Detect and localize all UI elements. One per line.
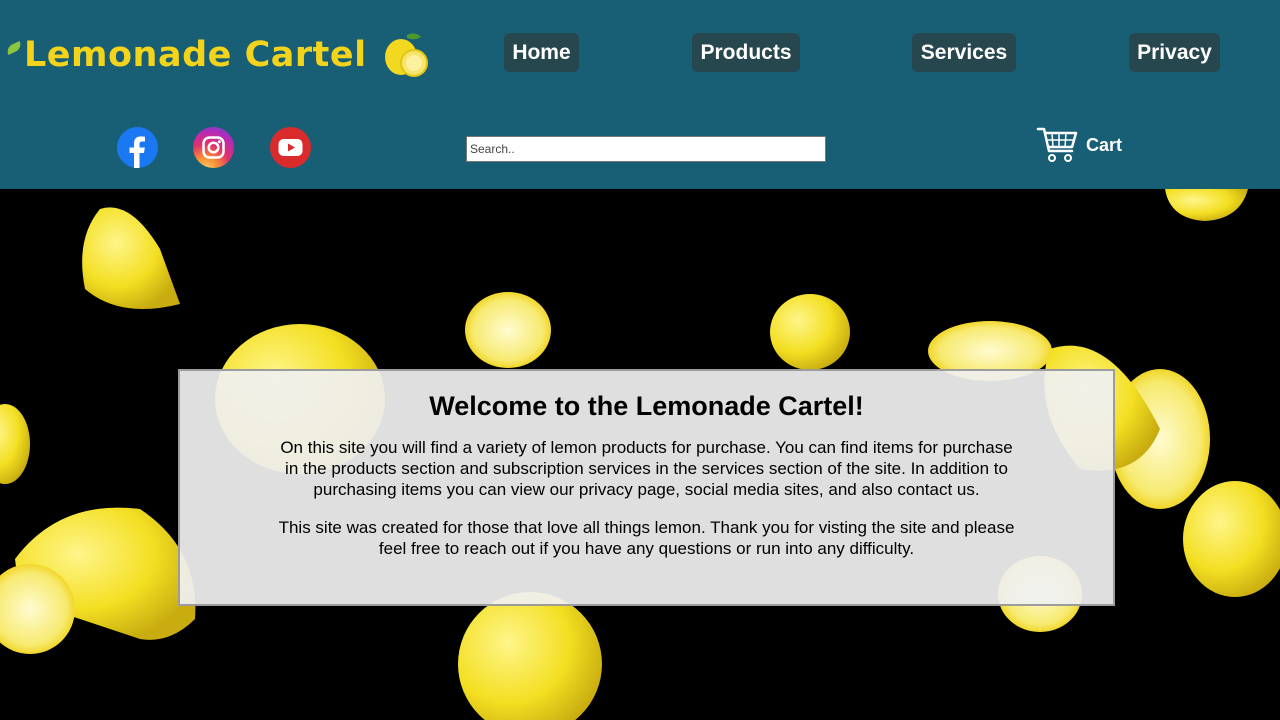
brand-name: Lemonade Cartel xyxy=(24,35,367,75)
nav-services-button[interactable]: Services xyxy=(912,33,1016,72)
welcome-paragraph-thanks: This site was created for those that lov… xyxy=(278,518,1015,558)
facebook-link[interactable] xyxy=(117,127,158,168)
nav-products-button[interactable]: Products xyxy=(692,33,800,72)
site-header: Lemonade Cartel Home Products Services P… xyxy=(0,0,1280,189)
welcome-panel: Welcome to the Lemonade Cartel! On this … xyxy=(178,369,1115,606)
facebook-icon xyxy=(129,136,145,168)
search-input[interactable] xyxy=(466,136,826,162)
welcome-paragraph-intro: On this site you will find a variety of … xyxy=(280,438,1013,499)
leaf-icon xyxy=(5,40,23,56)
welcome-title: Welcome to the Lemonade Cartel! xyxy=(429,391,864,421)
cart-button[interactable]: Cart xyxy=(1036,124,1122,166)
cart-icon xyxy=(1036,127,1078,162)
cart-label: Cart xyxy=(1086,134,1123,155)
youtube-icon xyxy=(278,139,303,156)
instagram-icon xyxy=(202,136,225,159)
nav-home-button[interactable]: Home xyxy=(504,33,579,72)
lemon-icon xyxy=(384,33,428,77)
instagram-link[interactable] xyxy=(193,127,234,168)
youtube-link[interactable] xyxy=(270,127,311,168)
nav-privacy-button[interactable]: Privacy xyxy=(1129,33,1220,72)
site-logo[interactable]: Lemonade Cartel xyxy=(5,28,433,82)
